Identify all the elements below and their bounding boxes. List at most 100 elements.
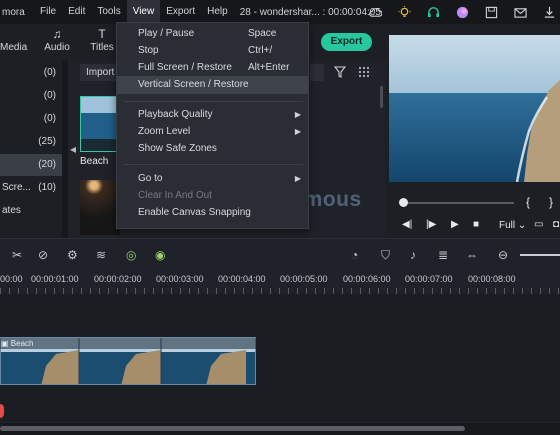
folder-count: (0) [43, 90, 56, 101]
menu-item-label: Zoom Level [138, 126, 191, 137]
menu-item-zoom-level[interactable]: Zoom Level ▶ [117, 123, 308, 141]
media-thumbnail[interactable] [80, 180, 120, 235]
menu-file[interactable]: File [34, 0, 62, 24]
library-folder[interactable]: ates [0, 200, 62, 222]
mark-in-button[interactable]: { [526, 195, 530, 209]
menu-item-label: Go to [138, 173, 163, 184]
music-note-icon: ♫ [52, 27, 62, 41]
audio-wave-icon[interactable]: ≋ [96, 248, 106, 262]
clip-title: ▣ Beach [0, 338, 256, 349]
menu-export[interactable]: Export [160, 0, 201, 24]
tab-media-label: Media [0, 42, 28, 53]
ruler-tick-label: 00:00:06:00 [343, 274, 391, 284]
menu-help[interactable]: Help [201, 0, 234, 24]
menu-separator [123, 164, 303, 165]
tab-audio[interactable]: ♫ Audio [44, 26, 70, 53]
scrub-handle[interactable] [399, 198, 408, 207]
menu-item-label: Play / Pause [138, 28, 195, 39]
no-entry-icon[interactable]: ⊘ [38, 248, 48, 262]
library-folder[interactable]: (0) [0, 108, 62, 130]
adjust-icon[interactable]: ⚙ [67, 248, 78, 262]
mail-icon[interactable] [514, 6, 527, 19]
monitor-icon[interactable]: ▭ [534, 219, 543, 230]
tab-titles[interactable]: T Titles [90, 26, 114, 53]
menu-item-full-screen[interactable]: Full Screen / Restore Alt+Enter [117, 59, 308, 77]
previous-frame-icon[interactable]: ◀| [402, 219, 412, 230]
menu-tools[interactable]: Tools [91, 0, 126, 24]
menu-item-play-pause[interactable]: Play / Pause Space [117, 25, 308, 43]
tab-media[interactable]: Media [0, 26, 27, 53]
media-item-label: Beach [80, 156, 109, 167]
submenu-arrow-icon: ▶ [294, 174, 301, 183]
export-button[interactable]: Export [321, 33, 372, 51]
marker-icon[interactable]: ⛉ [381, 248, 390, 263]
ruler-tick-label: 00:00:02:00 [94, 274, 142, 284]
render-icon[interactable]: ◔ [351, 248, 358, 262]
playhead-marker[interactable] [0, 404, 4, 418]
menu-item-go-to[interactable]: Go to ▶ [117, 170, 308, 188]
voiceover-list-icon[interactable]: ≣ [438, 248, 448, 262]
media-search-input[interactable] [310, 64, 324, 81]
menu-item-label: Stop [138, 45, 159, 56]
menu-item-clear-in-out: Clear In And Out [117, 187, 308, 205]
folder-label: Scre... [2, 182, 31, 193]
menu-item-shortcut: Space [248, 28, 277, 39]
mark-out-button[interactable]: } [549, 195, 553, 209]
bulb-icon[interactable] [398, 5, 411, 19]
ruler-tick-label: 00:00:05:00 [280, 274, 328, 284]
panel-divider[interactable] [62, 60, 68, 238]
filter-icon[interactable] [334, 66, 346, 78]
clip-label: Beach [10, 339, 34, 348]
submenu-arrow-icon: ▶ [294, 127, 301, 136]
grid-view-icon[interactable] [358, 66, 370, 78]
zoom-out-icon[interactable]: ⊖ [498, 248, 508, 262]
scrub-track[interactable] [402, 202, 514, 204]
media-scrollbar[interactable] [380, 86, 383, 108]
library-folder[interactable]: (0) [0, 85, 62, 107]
step-back-icon[interactable]: |▶ [426, 219, 436, 230]
snapshot-icon[interactable]: ◘ [553, 219, 559, 230]
zoom-slider[interactable] [520, 254, 560, 256]
library-folder[interactable]: (25) [0, 131, 62, 153]
import-button[interactable]: Import [80, 64, 118, 81]
media-thumbnail-beach[interactable] [80, 96, 120, 152]
scissors-icon[interactable]: ✂ [12, 248, 22, 262]
ruler-tick-label: 00:00:04:00 [218, 274, 266, 284]
playback-quality-select[interactable]: Full ⌄ [499, 220, 526, 231]
folder-label: ates [2, 205, 21, 216]
microphone-icon[interactable]: ♪ [410, 248, 416, 262]
menu-item-stop[interactable]: Stop Ctrl+/ [117, 42, 308, 60]
menu-item-show-safe-zones[interactable]: Show Safe Zones [117, 140, 308, 158]
library-folder[interactable]: Scre... (10) [0, 177, 62, 199]
menu-item-label: Full Screen / Restore [138, 62, 232, 73]
library-folder[interactable]: (0) [0, 62, 62, 84]
menu-item-shortcut: Alt+Enter [248, 62, 290, 73]
window-title: 28 - wondershar... : 00:00:04:05 [239, 6, 381, 18]
play-icon[interactable]: ▶ [451, 219, 459, 230]
menu-edit[interactable]: Edit [62, 0, 91, 24]
fit-timeline-icon[interactable]: ⇔ [466, 248, 478, 262]
library-folder-selected[interactable]: (20) [0, 154, 62, 176]
submenu-arrow-icon: ▶ [294, 110, 301, 119]
avatar-icon[interactable] [456, 6, 469, 19]
speed-icon[interactable]: ◎ [126, 248, 136, 262]
headset-icon[interactable] [427, 6, 440, 19]
cloud-icon[interactable] [369, 6, 382, 19]
text-t-icon: T [98, 27, 106, 41]
top-icons [369, 0, 556, 24]
stop-icon[interactable]: ■ [473, 219, 479, 230]
menu-item-vertical-screen[interactable]: Vertical Screen / Restore [117, 76, 308, 94]
menu-item-label: Clear In And Out [138, 190, 212, 201]
menu-item-playback-quality[interactable]: Playback Quality ▶ [117, 106, 308, 124]
ruler-tick-label: 00:00:07:00 [405, 274, 453, 284]
timeline-scrollbar-thumb[interactable] [0, 426, 465, 431]
view-menu-dropdown: Play / Pause Space Stop Ctrl+/ Full Screen… [116, 22, 309, 229]
preview-video[interactable] [389, 35, 560, 182]
save-icon[interactable] [485, 6, 498, 19]
menu-item-canvas-snapping[interactable]: Enable Canvas Snapping [117, 204, 308, 222]
beach-thumbnail-image [81, 97, 119, 151]
menu-view[interactable]: View [126, 0, 161, 24]
download-icon[interactable] [543, 6, 556, 19]
tab-titles-label: Titles [90, 42, 114, 53]
color-icon[interactable]: ◉ [155, 248, 165, 262]
